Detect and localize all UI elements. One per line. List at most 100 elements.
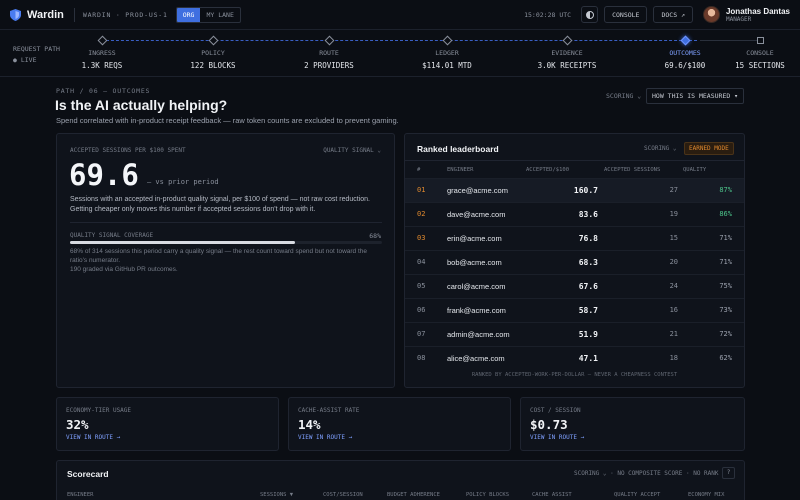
- diamond-node-icon: [97, 35, 107, 46]
- quality: 62%: [719, 354, 732, 362]
- accepted-sessions: 20: [669, 258, 678, 266]
- scorecard-panel: Scorecard SCORING ⌄ · NO COMPOSITE SCORE…: [56, 460, 745, 500]
- table-row[interactable]: 06 frank@acme.com 58.7 16 73%: [405, 298, 744, 322]
- engineer-email: grace@acme.com: [447, 186, 508, 195]
- stage-route[interactable]: ROUTE 2 PROVIDERS: [284, 35, 374, 70]
- leaderboard-scoring-dropdown[interactable]: SCORING ⌄: [644, 145, 677, 152]
- stage-console[interactable]: CONSOLE 15 SECTIONS: [715, 36, 800, 70]
- card-label: ECONOMY-TIER USAGE: [66, 407, 132, 414]
- table-row[interactable]: 02 dave@acme.com 83.6 19 86%: [405, 202, 744, 226]
- accepted-sessions: 18: [669, 354, 678, 362]
- brand-logo[interactable]: Wardin: [10, 8, 64, 21]
- column-header-cache-assist[interactable]: CACHE ASSIST: [532, 492, 572, 498]
- user-name: Jonathas Dantas: [725, 6, 790, 16]
- table-row[interactable]: 01 grace@acme.com 160.7 27 87%: [405, 178, 744, 202]
- view-in-route-link[interactable]: VIEW IN ROUTE →: [530, 434, 584, 441]
- rank: 03: [417, 234, 426, 242]
- table-row[interactable]: 04 bob@acme.com 68.3 20 71%: [405, 250, 744, 274]
- stage-value: 15 SECTIONS: [735, 61, 785, 70]
- table-row[interactable]: 05 carol@acme.com 67.6 24 75%: [405, 274, 744, 298]
- quality: 87%: [719, 186, 732, 194]
- column-header-quality-accept[interactable]: QUALITY ACCEPT: [614, 492, 660, 498]
- accepted-per-100: 76.8: [578, 234, 598, 243]
- stage-name: ROUTE: [319, 49, 339, 57]
- stage-value: 2 PROVIDERS: [304, 61, 354, 70]
- rank: 01: [417, 186, 426, 194]
- card-label: CACHE-ASSIST RATE: [298, 407, 360, 414]
- diamond-node-active-icon: [680, 35, 690, 46]
- stage-evidence[interactable]: EVIDENCE 3.0K RECEIPTS: [522, 35, 612, 70]
- column-header-cost-session[interactable]: COST/SESSION: [323, 492, 363, 498]
- scoring-dropdown[interactable]: SCORING ⌄: [606, 92, 641, 100]
- table-row[interactable]: 03 erin@acme.com 76.8 15 71%: [405, 226, 744, 250]
- accepted-sessions: 15: [669, 234, 678, 242]
- user-role: MANAGER: [725, 15, 752, 23]
- user-menu[interactable]: Jonathas Dantas MANAGER: [702, 6, 790, 23]
- how-measured-button[interactable]: HOW THIS IS MEASURED ▾: [646, 88, 745, 104]
- avatar: [702, 6, 720, 23]
- column-header-budget-adherence[interactable]: BUDGET ADHERENCE: [387, 492, 440, 498]
- shield-logo-icon: [10, 8, 21, 21]
- column-header-policy-blocks[interactable]: POLICY BLOCKS: [466, 492, 509, 498]
- quality: 86%: [719, 210, 732, 218]
- stage-ledger[interactable]: LEDGER $114.01 MTD: [402, 35, 492, 70]
- view-in-route-link[interactable]: VIEW IN ROUTE →: [298, 434, 352, 441]
- pipeline-label: REQUEST PATH ● LIVE: [13, 44, 60, 66]
- live-indicator: ● LIVE: [13, 56, 37, 64]
- metric-description: Sessions with an accepted in-product qua…: [70, 196, 371, 213]
- engineer-email: frank@acme.com: [447, 306, 506, 315]
- coverage-label: QUALITY SIGNAL COVERAGE: [70, 232, 154, 239]
- vs-prior-period: — vs prior period: [147, 178, 219, 186]
- accepted-sessions-panel: ACCEPTED SESSIONS PER $100 SPENT QUALITY…: [56, 133, 395, 388]
- brand-name: Wardin: [27, 8, 64, 21]
- table-row[interactable]: 07 admin@acme.com 51.9 21 72%: [405, 322, 744, 346]
- square-node-icon: [756, 37, 764, 44]
- ranked-leaderboard: Ranked leaderboard SCORING ⌄ EARNED MODE…: [404, 133, 745, 388]
- console-button[interactable]: CONSOLE: [604, 6, 648, 23]
- column-header-sessions[interactable]: SESSIONS ▼: [260, 492, 293, 498]
- rank: 05: [417, 282, 426, 290]
- earned-mode-badge[interactable]: EARNED MODE: [684, 142, 734, 155]
- help-button[interactable]: ?: [722, 467, 735, 479]
- accepted-per-100: 160.7: [573, 186, 598, 195]
- table-row[interactable]: 08 alice@acme.com 47.1 18 62%: [405, 346, 744, 370]
- accepted-per-100: 58.7: [578, 306, 598, 315]
- accepted-per-100: 67.6: [578, 282, 598, 291]
- column-header-engineer[interactable]: ENGINEER: [67, 492, 94, 498]
- column-header-sessions: ACCEPTED SESSIONS: [604, 167, 661, 173]
- stage-policy[interactable]: POLICY 122 BLOCKS: [168, 35, 258, 70]
- rank: 06: [417, 306, 426, 314]
- column-header-engineer: ENGINEER: [447, 167, 474, 173]
- top-bar: Wardin WARDIN · PROD-US-1 ORG MY LANE 15…: [0, 0, 800, 30]
- engineer-email: bob@acme.com: [447, 258, 502, 267]
- scorecard-title: Scorecard: [67, 469, 109, 479]
- diamond-node-icon: [324, 35, 334, 46]
- quality-signal-dropdown[interactable]: QUALITY SIGNAL ⌄: [323, 147, 381, 154]
- scope-tab-org[interactable]: ORG: [176, 7, 201, 22]
- engineer-email: carol@acme.com: [447, 282, 506, 291]
- scope-tab-my-lane[interactable]: MY LANE: [200, 8, 239, 22]
- stage-ingress[interactable]: INGRESS 1.3K REQS: [57, 35, 147, 70]
- stage-name: CONSOLE: [746, 49, 774, 57]
- stage-name: EVIDENCE: [551, 49, 583, 57]
- page-subtitle: Spend correlated with in-product receipt…: [56, 116, 399, 125]
- quality: 71%: [719, 258, 732, 266]
- divider: [70, 222, 382, 223]
- docs-button[interactable]: DOCS ↗: [653, 6, 693, 23]
- view-in-route-link[interactable]: VIEW IN ROUTE →: [66, 434, 120, 441]
- accepted-per-100: 51.9: [578, 330, 598, 339]
- diamond-node-icon: [208, 35, 218, 46]
- coverage-percent: 68%: [369, 232, 381, 240]
- engineer-email: erin@acme.com: [447, 234, 502, 243]
- column-header-quality: QUALITY: [683, 167, 707, 173]
- theme-toggle-button[interactable]: [581, 6, 599, 23]
- quality: 75%: [719, 282, 732, 290]
- request-path-label: REQUEST PATH: [13, 45, 60, 53]
- scorecard-scoring-dropdown[interactable]: SCORING ⌄ · NO COMPOSITE SCORE · NO RANK: [574, 470, 719, 477]
- quality: 71%: [719, 234, 732, 242]
- engineer-email: dave@acme.com: [447, 210, 506, 219]
- accepted-per-100: 83.6: [578, 210, 598, 219]
- environment-label: WARDIN · PROD-US-1: [82, 10, 168, 19]
- column-header-economy-mix[interactable]: ECONOMY MIX: [688, 492, 724, 498]
- rank: 08: [417, 354, 426, 362]
